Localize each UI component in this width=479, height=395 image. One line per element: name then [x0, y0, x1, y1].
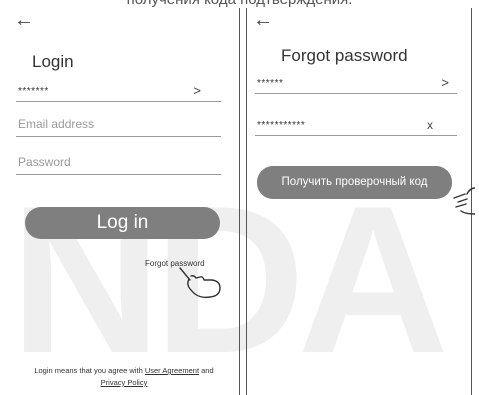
password-field[interactable]: Password	[16, 155, 221, 175]
chevron-right-icon[interactable]: >	[441, 75, 449, 90]
account-value: ******	[257, 78, 284, 89]
password-placeholder: Password	[18, 155, 71, 169]
privacy-policy-link[interactable]: Privacy Policy	[101, 378, 148, 387]
user-agreement-link[interactable]: User Agreement	[145, 366, 199, 375]
login-screen: ← Login ******* > Email address Password…	[8, 8, 240, 395]
legal-prefix: Login means that you agree with	[34, 366, 143, 375]
pointing-hand-icon	[453, 187, 475, 215]
legal-notice: Login means that you agree with User Agr…	[8, 365, 240, 388]
chevron-right-icon[interactable]: >	[193, 83, 201, 98]
back-arrow-icon[interactable]: ←	[253, 10, 273, 30]
back-arrow-icon[interactable]: ←	[14, 10, 34, 30]
login-button[interactable]: Log in	[25, 207, 220, 239]
get-verification-code-button[interactable]: Получить проверочный код	[257, 166, 452, 199]
code-value: ***********	[257, 120, 306, 131]
instruction-caption: получения кода подтверждения.	[0, 0, 479, 8]
email-field[interactable]: Email address	[16, 117, 221, 137]
verification-code-field[interactable]: *********** x	[255, 116, 457, 136]
account-field[interactable]: ******* >	[16, 82, 221, 102]
pointing-hand-icon	[179, 267, 221, 299]
forgot-password-screen: ← Forgot password ****** > *********** x…	[246, 8, 475, 395]
page-title: Login	[32, 52, 74, 71]
account-field[interactable]: ****** >	[255, 74, 457, 94]
account-value: *******	[18, 86, 49, 97]
email-placeholder: Email address	[18, 117, 95, 131]
page-title: Forgot password	[281, 46, 408, 65]
clear-icon[interactable]: x	[427, 118, 433, 132]
legal-and: and	[201, 366, 214, 375]
